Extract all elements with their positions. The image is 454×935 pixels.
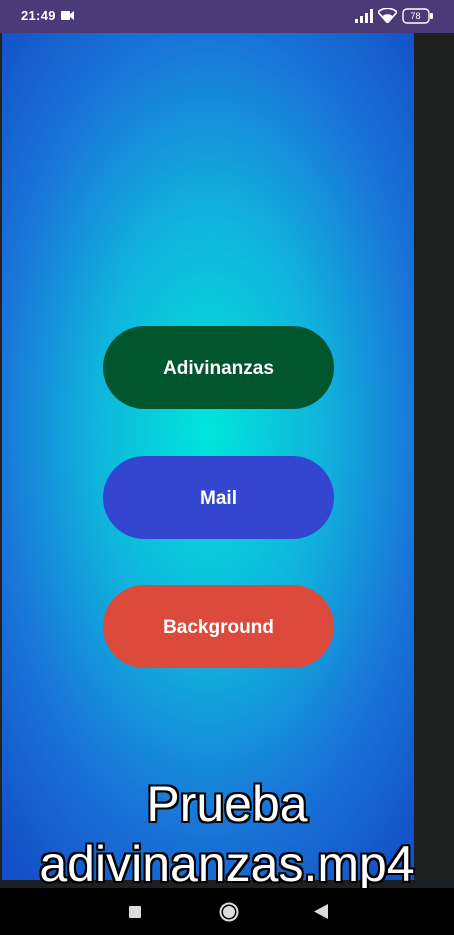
background-button[interactable]: Background bbox=[103, 585, 334, 668]
status-bar: 21:49 78 bbox=[0, 0, 454, 33]
signal-icon bbox=[355, 9, 373, 23]
video-caption-line2: adivinanzas.mp4 bbox=[39, 836, 415, 892]
phone-screen: 21:49 78 Adivinanzas Mail Background Pru… bbox=[0, 0, 454, 935]
wifi-icon bbox=[378, 8, 397, 23]
battery-level: 78 bbox=[410, 11, 421, 21]
back-icon[interactable] bbox=[314, 904, 328, 919]
navigation-bar bbox=[0, 888, 454, 935]
battery-icon: 78 bbox=[402, 8, 434, 24]
recents-icon[interactable] bbox=[129, 906, 141, 918]
home-icon[interactable] bbox=[219, 902, 239, 922]
mail-button[interactable]: Mail bbox=[103, 456, 334, 539]
status-time: 21:49 bbox=[21, 8, 56, 23]
video-caption-line1: Prueba bbox=[146, 776, 308, 832]
video-icon bbox=[61, 11, 74, 20]
adivinanzas-button[interactable]: Adivinanzas bbox=[103, 326, 334, 409]
right-edge-strip bbox=[414, 33, 454, 880]
